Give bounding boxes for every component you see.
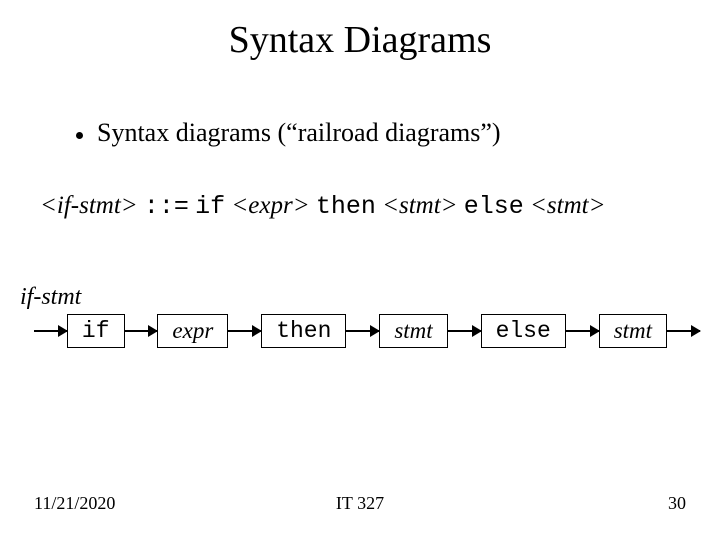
node-stmt-2: stmt [599,314,667,348]
railroad-diagram: if expr then stmt else stmt [34,312,700,350]
footer-page: 30 [668,493,686,514]
grammar-rhs-5: <stmt> [530,192,605,219]
footer-course: IT 327 [336,493,384,514]
grammar-rhs-1: <expr> [231,192,309,219]
rail-segment [34,330,67,332]
node-if: if [67,314,125,348]
grammar-lhs: <if-stmt> [40,192,138,219]
grammar-rhs-0: if [195,192,225,221]
grammar-rhs-3: <stmt> [382,192,457,219]
grammar-rule: <if-stmt> ::= if <expr> then <stmt> else… [40,192,720,221]
bullet-dot-icon [76,132,83,139]
grammar-rhs-4: else [464,192,524,221]
footer-date: 11/21/2020 [34,493,115,514]
node-else: else [481,314,566,348]
rail-segment [667,330,700,332]
node-then: then [261,314,346,348]
bullet-item: Syntax diagrams (“railroad diagrams”) [76,118,720,148]
node-stmt-1: stmt [379,314,447,348]
diagram-label: if-stmt [20,284,81,311]
rail-segment [125,330,158,332]
grammar-rhs-2: then [316,192,376,221]
rail-segment [566,330,599,332]
rail-segment [448,330,481,332]
rail-segment [346,330,379,332]
bullet-text: Syntax diagrams (“railroad diagrams”) [97,118,501,148]
footer: 11/21/2020 IT 327 30 [0,493,720,514]
grammar-op: ::= [144,192,189,221]
node-expr: expr [157,314,228,348]
rail-segment [228,330,261,332]
page-title: Syntax Diagrams [0,0,720,62]
